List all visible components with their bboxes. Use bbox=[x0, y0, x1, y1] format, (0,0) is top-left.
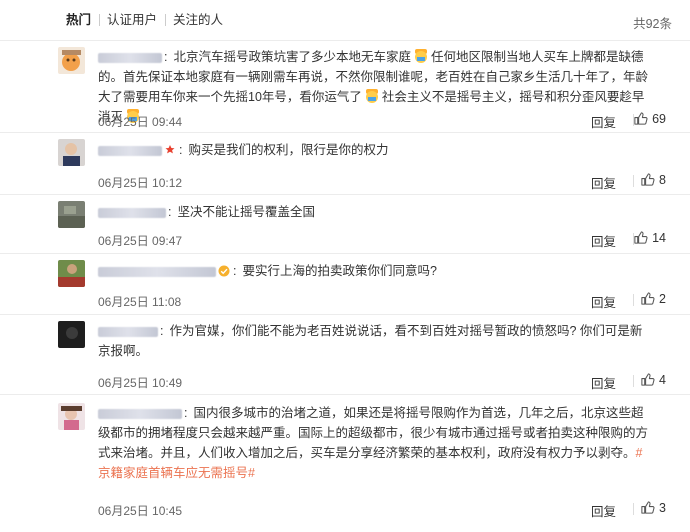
comment-time: 06月25日 10:49 bbox=[98, 376, 183, 390]
username[interactable] bbox=[98, 326, 158, 337]
comment-content: : 要实行上海的拍卖政策你们同意吗? bbox=[98, 254, 650, 281]
red-verified-badge-icon bbox=[165, 144, 175, 154]
divider bbox=[633, 503, 634, 515]
comment-content: : 坚决不能让摇号覆盖全国 bbox=[98, 195, 650, 222]
avatar[interactable] bbox=[58, 260, 85, 287]
username[interactable] bbox=[98, 408, 182, 419]
like-button[interactable]: 4 bbox=[640, 372, 666, 387]
comment-item: : 作为官媒，你们能不能为老百姓说说话，看不到百姓对摇号暂政的愤怒吗? 你们可是新… bbox=[0, 314, 690, 394]
thumbs-up-icon bbox=[641, 173, 655, 186]
thumbs-up-icon bbox=[634, 231, 648, 244]
thumbs-up-icon bbox=[641, 501, 655, 514]
comment-time: 06月25日 11:08 bbox=[98, 295, 182, 309]
avatar[interactable] bbox=[58, 321, 85, 348]
avatar[interactable] bbox=[58, 201, 85, 228]
thumbs-up-icon bbox=[641, 373, 655, 386]
tab-verified-users[interactable]: 认证用户 bbox=[99, 13, 165, 27]
smirk-emoji-icon bbox=[415, 49, 427, 63]
like-button[interactable]: 8 bbox=[640, 172, 666, 187]
comment-content: : 作为官媒，你们能不能为老百姓说说话，看不到百姓对摇号暂政的愤怒吗? 你们可是新… bbox=[98, 324, 643, 358]
username[interactable] bbox=[98, 52, 162, 63]
smirk-emoji-icon bbox=[365, 89, 378, 103]
reply-button[interactable]: 回复 bbox=[591, 501, 616, 520]
comment-filter-bar: 热门 认证用户 关注的人 共92条 bbox=[0, 0, 690, 40]
comment-item: : 国内很多城市的治堵之道，如果还是将摇号限购作为首选，几年之后，北京这些超级都市… bbox=[0, 394, 690, 524]
comment-meta: 06月25日 10:12 回复 8 bbox=[98, 170, 690, 192]
reply-button[interactable]: 回复 bbox=[591, 112, 616, 131]
comment-meta: 06月25日 10:49 回复 4 bbox=[98, 370, 690, 392]
username[interactable] bbox=[98, 145, 162, 156]
divider bbox=[633, 175, 634, 187]
comment-time: 06月25日 09:47 bbox=[98, 234, 183, 248]
like-count: 8 bbox=[659, 172, 666, 187]
comment-time: 06月25日 10:45 bbox=[98, 504, 183, 518]
divider bbox=[633, 375, 634, 387]
comment-item: : 要实行上海的拍卖政策你们同意吗? 06月25日 11:08 回复 2 bbox=[0, 253, 690, 314]
comment-meta: 06月25日 09:44 回复 69 bbox=[98, 109, 690, 131]
comment-list: : 北京汽车摇号政策坑害了多少本地无车家庭 任何地区限制当地人买车上牌都是缺德的。首… bbox=[0, 40, 690, 524]
thumbs-up-icon bbox=[634, 112, 648, 125]
comment-text: 要实行上海的拍卖政策你们同意吗? bbox=[242, 264, 437, 278]
comment-text: 坚决不能让摇号覆盖全国 bbox=[177, 205, 315, 219]
comment-item: : 北京汽车摇号政策坑害了多少本地无车家庭 任何地区限制当地人买车上牌都是缺德的。首… bbox=[0, 40, 690, 132]
comment-item: : 坚决不能让摇号覆盖全国 06月25日 09:47 回复 14 bbox=[0, 194, 690, 253]
avatar[interactable] bbox=[58, 403, 85, 430]
like-count: 2 bbox=[659, 291, 666, 306]
like-button[interactable]: 69 bbox=[633, 111, 666, 126]
comment-content: : 购买是我们的权利，限行是你的权力 bbox=[98, 133, 650, 160]
reply-button[interactable]: 回复 bbox=[591, 173, 616, 192]
like-count: 3 bbox=[659, 500, 666, 515]
like-count: 14 bbox=[652, 230, 666, 245]
comment-text: 购买是我们的权利，限行是你的权力 bbox=[188, 143, 389, 157]
comment-content: : 国内很多城市的治堵之道，如果还是将摇号限购作为首选，几年之后，北京这些超级都市… bbox=[98, 406, 649, 480]
like-button[interactable]: 2 bbox=[640, 291, 666, 306]
like-count: 69 bbox=[652, 111, 666, 126]
tab-hot[interactable]: 热门 bbox=[66, 13, 99, 27]
comment-item: : 购买是我们的权利，限行是你的权力 06月25日 10:12 回复 8 bbox=[0, 132, 690, 194]
comment-text: 作为官媒，你们能不能为老百姓说说话，看不到百姓对摇号暂政的愤怒吗? 你们可是新京… bbox=[98, 324, 643, 358]
thumbs-up-icon bbox=[641, 292, 655, 305]
divider bbox=[633, 294, 634, 306]
yellow-verified-badge-icon bbox=[218, 265, 230, 277]
comment-time: 06月25日 09:44 bbox=[98, 115, 183, 129]
comment-text: 北京汽车摇号政策坑害了多少本地无车家庭 bbox=[173, 50, 411, 64]
reply-button[interactable]: 回复 bbox=[591, 373, 616, 392]
avatar[interactable] bbox=[58, 139, 85, 166]
username[interactable] bbox=[98, 266, 216, 277]
comment-time: 06月25日 10:12 bbox=[98, 176, 183, 190]
comment-meta: 06月25日 10:45 回复 3 bbox=[98, 498, 690, 520]
reply-button[interactable]: 回复 bbox=[591, 292, 616, 311]
comment-meta: 06月25日 11:08 回复 2 bbox=[98, 289, 690, 311]
like-button[interactable]: 3 bbox=[640, 500, 666, 515]
reply-button[interactable]: 回复 bbox=[591, 231, 616, 250]
tab-following[interactable]: 关注的人 bbox=[165, 13, 231, 27]
comment-count: 共92条 bbox=[633, 17, 672, 31]
like-button[interactable]: 14 bbox=[633, 230, 666, 245]
avatar[interactable] bbox=[58, 47, 85, 74]
like-count: 4 bbox=[659, 372, 666, 387]
comment-meta: 06月25日 09:47 回复 14 bbox=[98, 228, 690, 250]
username[interactable] bbox=[98, 207, 166, 218]
